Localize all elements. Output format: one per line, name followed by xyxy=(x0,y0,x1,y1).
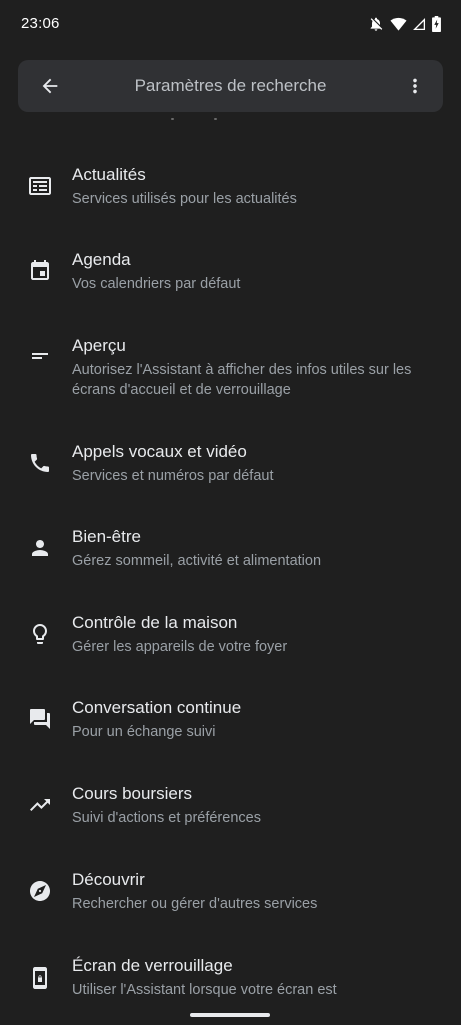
newspaper-icon xyxy=(28,174,52,198)
setting-item-conversation[interactable]: Conversation continue Pour un échange su… xyxy=(0,677,461,763)
setting-subtitle: Rechercher ou gérer d'autres services xyxy=(72,896,318,912)
setting-item-appels[interactable]: Appels vocaux et vidéo Services et numér… xyxy=(0,421,461,506)
setting-subtitle: Services et numéros par défaut xyxy=(72,468,274,484)
search-title: Paramètres de recherche xyxy=(134,76,327,95)
setting-item-agenda[interactable]: Agenda Vos calendriers par défaut xyxy=(0,229,461,315)
setting-title: Contrôle de la maison xyxy=(72,613,238,632)
setting-title: Cours boursiers xyxy=(72,784,192,803)
setting-subtitle: Services utilisés pour les actualités xyxy=(72,191,297,207)
setting-subtitle: Gérer les appareils de votre foyer xyxy=(72,639,288,655)
more-vert-icon xyxy=(413,78,417,94)
setting-title: Conversation continue xyxy=(72,698,242,717)
phone-lock-icon xyxy=(28,966,52,990)
setting-title: Écran de verrouillage xyxy=(72,956,233,975)
setting-subtitle: Pour un échange suivi xyxy=(72,724,216,740)
setting-title: Aperçu xyxy=(72,336,126,355)
setting-subtitle: Gérez sommeil, activité et alimentation xyxy=(72,553,322,569)
notifications-off-icon xyxy=(368,16,384,32)
battery-charging-icon xyxy=(432,16,441,32)
setting-subtitle: Utiliser l'Assistant lorsque votre écran… xyxy=(72,982,337,998)
more-options-button[interactable] xyxy=(401,72,429,100)
setting-title: Agenda xyxy=(72,250,131,269)
lightbulb-icon xyxy=(28,622,52,646)
search-bar[interactable]: Paramètres de recherche xyxy=(18,60,443,112)
settings-list: Actualités Services utilisés pour les ac… xyxy=(0,144,461,1025)
setting-title: Découvrir xyxy=(72,870,145,889)
setting-title: Bien-être xyxy=(72,527,141,546)
trending-up-icon xyxy=(28,793,52,817)
setting-item-verrouillage[interactable]: Écran de verrouillage Utiliser l'Assista… xyxy=(0,935,461,1025)
calendar-icon xyxy=(28,259,52,283)
setting-item-apercu[interactable]: Aperçu Autorisez l'Assistant à afficher … xyxy=(0,315,461,421)
setting-title: Actualités xyxy=(72,165,146,184)
home-indicator[interactable] xyxy=(190,1013,270,1017)
status-bar: 23:06 xyxy=(0,0,461,48)
setting-subtitle: Suivi d'actions et préférences xyxy=(72,810,261,826)
setting-subtitle: Vos calendriers par défaut xyxy=(72,276,241,292)
scroll-edge-hint xyxy=(0,118,461,124)
short-text-icon xyxy=(28,344,52,368)
status-icons xyxy=(368,14,441,34)
setting-item-maison[interactable]: Contrôle de la maison Gérer les appareil… xyxy=(0,592,461,677)
setting-item-decouvrir[interactable]: Découvrir Rechercher ou gérer d'autres s… xyxy=(0,849,461,935)
setting-subtitle: Autorisez l'Assistant à afficher des inf… xyxy=(72,362,412,398)
setting-item-actualites[interactable]: Actualités Services utilisés pour les ac… xyxy=(0,144,461,229)
wifi-icon xyxy=(390,17,407,31)
setting-item-bien-etre[interactable]: Bien-être Gérez sommeil, activité et ali… xyxy=(0,506,461,592)
status-time: 23:06 xyxy=(21,15,60,32)
cell-signal-icon xyxy=(413,17,426,31)
explore-icon xyxy=(28,879,52,903)
setting-title: Appels vocaux et vidéo xyxy=(72,442,247,461)
phone-icon xyxy=(28,451,52,475)
setting-item-bourse[interactable]: Cours boursiers Suivi d'actions et préfé… xyxy=(0,763,461,849)
forum-icon xyxy=(28,707,52,731)
person-icon xyxy=(28,536,52,560)
